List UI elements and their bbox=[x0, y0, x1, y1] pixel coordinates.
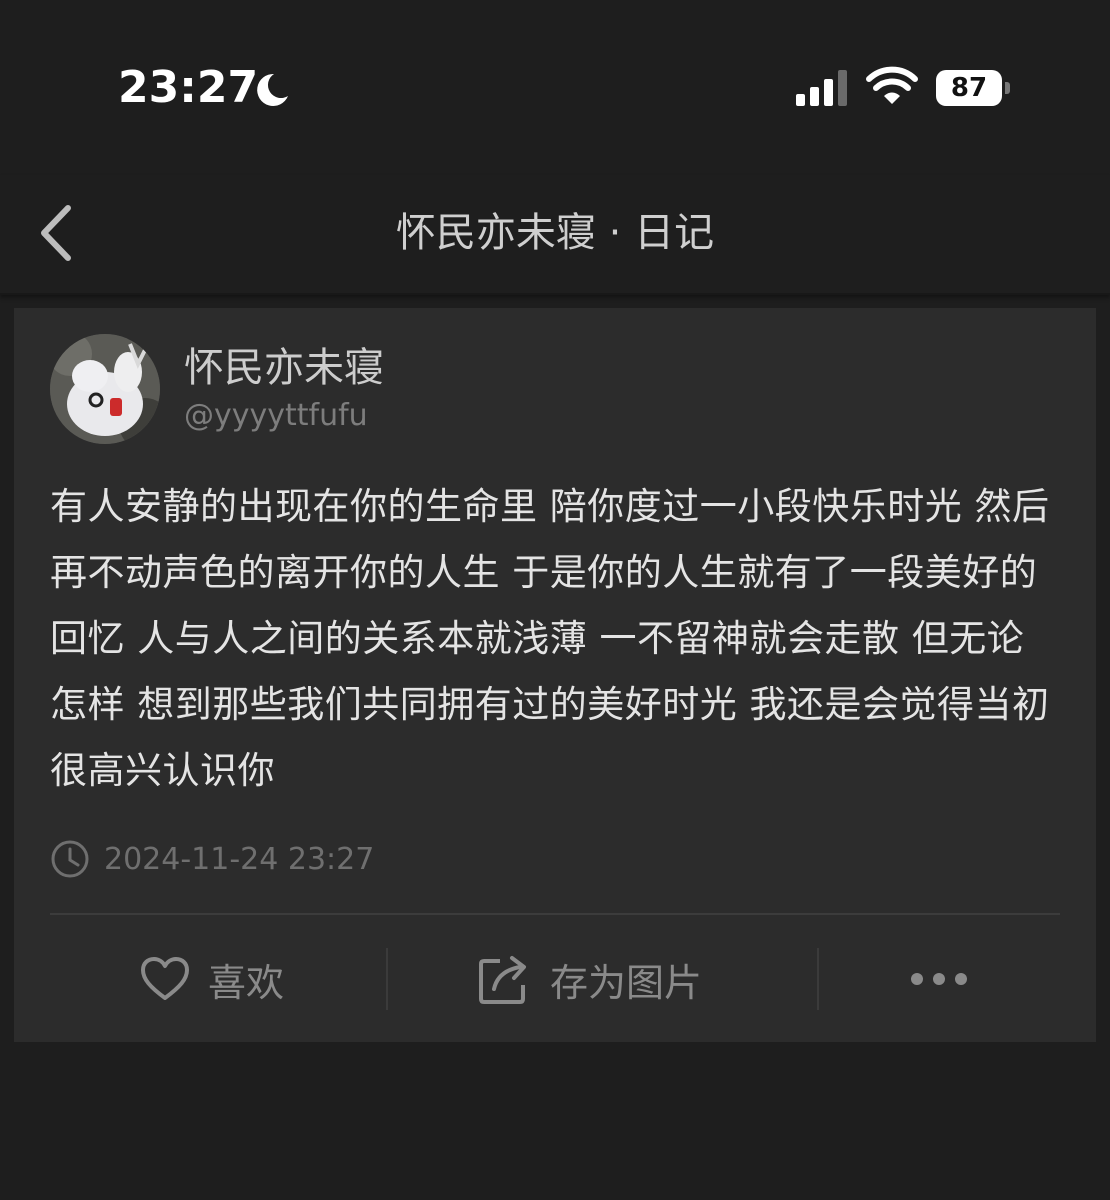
battery-icon: 87 bbox=[936, 70, 1012, 106]
battery-tip bbox=[1005, 82, 1010, 94]
share-export-icon bbox=[479, 956, 526, 1004]
post-timestamp: 2024-11-24 23:27 bbox=[50, 838, 374, 880]
author-name[interactable]: 怀民亦未寝 bbox=[184, 342, 384, 394]
wifi-icon bbox=[866, 66, 918, 104]
divider bbox=[50, 913, 1060, 915]
avatar-image bbox=[50, 334, 160, 444]
like-label: 喜欢 bbox=[208, 960, 285, 1005]
status-time: 23:27 bbox=[118, 62, 259, 113]
heart-icon bbox=[141, 957, 189, 1000]
post-card: 怀民亦未寝 @yyyyttfufu 有人安静的出现在你的生命里 陪你度过一小段快… bbox=[14, 308, 1096, 1042]
like-button[interactable]: 喜欢 bbox=[140, 944, 284, 1014]
battery-level: 87 bbox=[950, 73, 988, 103]
save-image-button[interactable]: 存为图片 bbox=[478, 944, 702, 1014]
nav-bar: 怀民亦未寝 · 日记 bbox=[0, 175, 1110, 295]
post-body: 有人安静的出现在你的生命里 陪你度过一小段快乐时光 然后再不动声色的离开你的人生… bbox=[50, 485, 1050, 792]
more-button[interactable] bbox=[910, 944, 968, 1014]
author-handle: @yyyyttfufu bbox=[184, 398, 368, 433]
status-bar: 23:27 87 bbox=[0, 0, 1110, 160]
avatar[interactable] bbox=[50, 334, 160, 444]
save-image-label: 存为图片 bbox=[550, 960, 703, 1005]
page-title: 怀民亦未寝 · 日记 bbox=[395, 210, 715, 256]
cellular-signal-icon bbox=[796, 70, 847, 106]
timestamp-text: 2024-11-24 23:27 bbox=[104, 841, 375, 877]
action-separator bbox=[386, 948, 388, 1010]
moon-icon bbox=[257, 73, 288, 106]
more-dots-icon bbox=[911, 973, 967, 985]
action-separator bbox=[817, 948, 819, 1010]
action-bar: 喜欢 存为图片 bbox=[14, 944, 1096, 1014]
clock-icon bbox=[51, 840, 89, 878]
